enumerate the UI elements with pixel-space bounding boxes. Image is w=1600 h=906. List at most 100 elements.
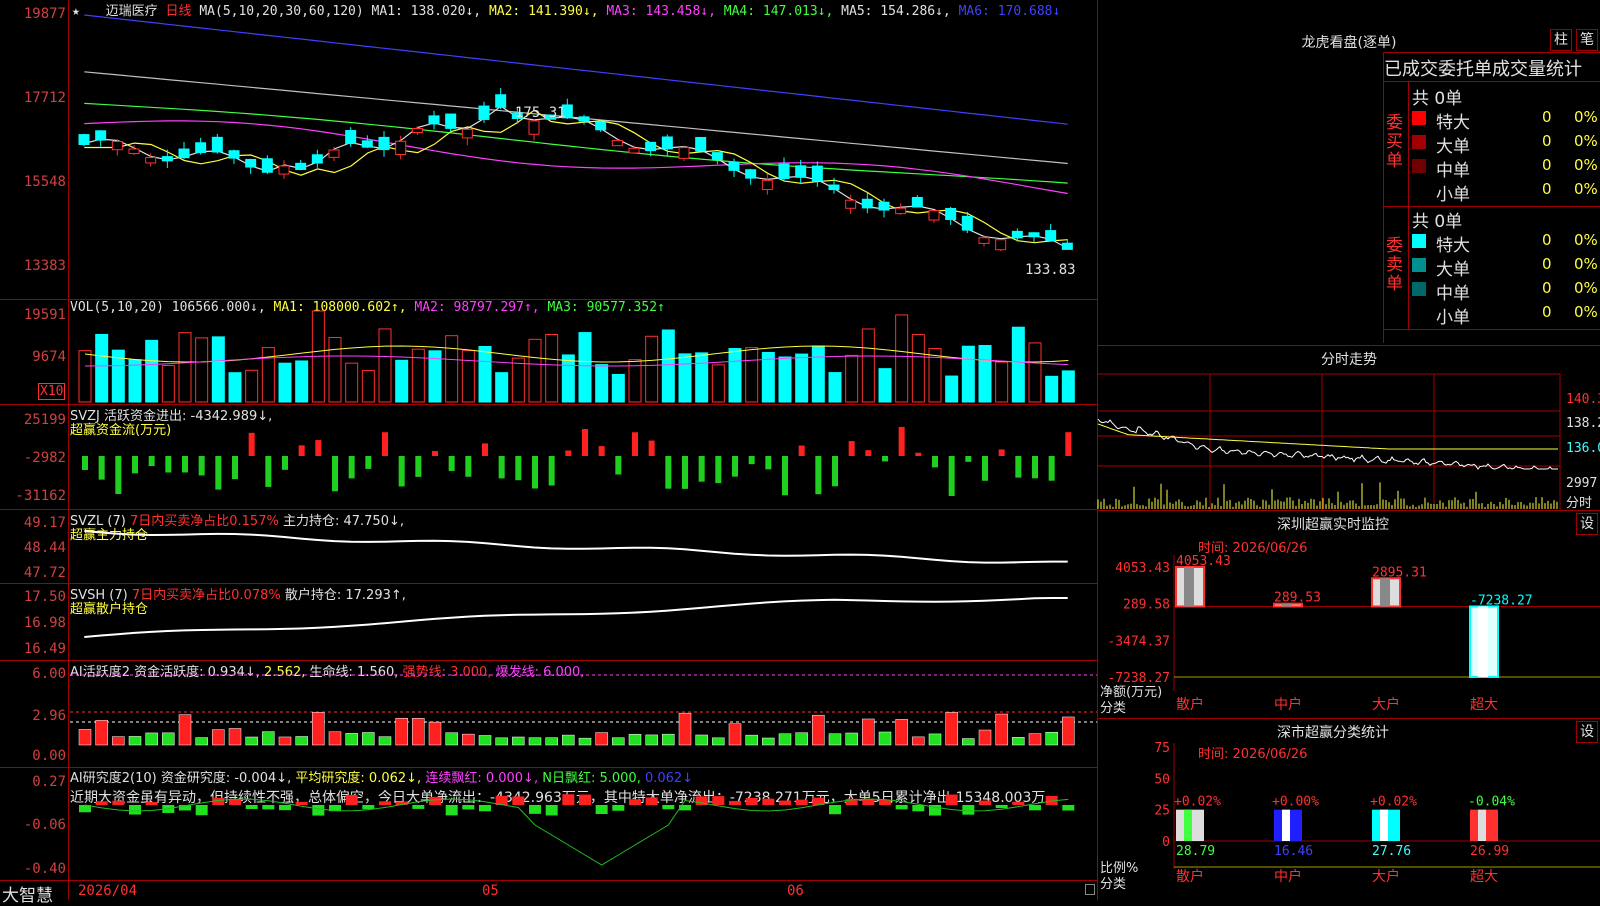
flow-bar (648, 440, 655, 456)
svzl-chart[interactable] (70, 509, 1097, 583)
research-bar (462, 805, 475, 810)
volume-bar (278, 362, 292, 403)
sz-bar-shade (1184, 567, 1194, 607)
ai-research-panel[interactable]: AI研究度2(10) 资金研究度: -0.004↓, 平均研究度: 0.062↓… (0, 767, 1098, 880)
sc-axis-tick: 0 (1162, 835, 1170, 850)
intraday-panel[interactable]: 分时走势 140.3 138.2 136.0 2997 分时 (1097, 345, 1600, 511)
flow-bar (565, 450, 572, 456)
candle-body (595, 121, 607, 131)
candle-body (211, 136, 223, 153)
research-bar (512, 796, 525, 805)
activity-bar (312, 712, 325, 746)
lock-icon[interactable] (1085, 884, 1095, 895)
research-bar (345, 795, 358, 805)
candle-body (445, 113, 457, 129)
activity-bar (812, 714, 825, 746)
volume-chart[interactable] (70, 299, 1097, 404)
flow-bar (115, 456, 122, 495)
activity-bar (895, 719, 908, 746)
sc-bar-shade (1478, 809, 1486, 841)
research-bar (612, 805, 625, 811)
order-count: 0 (1542, 180, 1552, 198)
activity-bar (162, 732, 175, 746)
sc-axis-tick: 25 (1154, 804, 1170, 819)
research-bar (429, 796, 441, 805)
sc-stat-chart[interactable]: 75 50 25 0 +0.02% 28.79 散户 +0.00% 16.46 中户 +0.02% 2… (1098, 719, 1600, 901)
research-bar (912, 805, 925, 812)
activity-bar (1045, 731, 1058, 746)
candle-body (928, 210, 940, 221)
volume-bar (345, 362, 359, 403)
candle-body (878, 201, 890, 211)
activity-bar (462, 733, 475, 746)
holding-line (84, 530, 1068, 564)
ai-active-panel[interactable]: AI活跃度2 资金活跃度: 0.934↓, 2.562, 生命线: 1.560,… (0, 660, 1098, 768)
activity-bar (278, 736, 292, 746)
svzl-axis-tick: 47.72 (23, 565, 66, 581)
price-panel[interactable]: ★ 迈瑞医疗 日线 MA(5,10,20,30,60,120) MA1: 138… (0, 0, 1098, 300)
svzl-axis-tick: 48.44 (23, 540, 66, 556)
flow-bar (365, 456, 372, 469)
research-bar (362, 805, 375, 810)
candle-body (795, 165, 807, 178)
svzj-chart[interactable] (70, 404, 1097, 509)
sz-monitor-panel[interactable]: 深圳超赢实时监控 设 时间: 2026/06/26 4053.43 289.58-… (1098, 510, 1600, 719)
candle-body (245, 158, 257, 168)
bar-mode-button[interactable]: 柱 (1550, 29, 1572, 51)
research-bar (745, 797, 758, 805)
volume-bar (1045, 375, 1059, 403)
svsh-panel[interactable]: SVSH (7) 7日内买卖净占比0.078% 散户持仓: 17.293↑, 超… (0, 583, 1098, 661)
volume-bar (228, 372, 242, 403)
flow-bar (465, 456, 472, 477)
sc-stat-panel[interactable]: 深市超赢分类统计 设 时间: 2026/06/26 75 50 25 0 +0.02% 2… (1098, 718, 1600, 901)
activity-bar (762, 737, 775, 746)
flow-bar (548, 456, 555, 486)
ai-active-axis-tick: 6.00 (32, 666, 66, 682)
flow-bar (715, 456, 722, 484)
order-color-swatch (1412, 135, 1426, 149)
sz-category: 中户 (1274, 696, 1302, 713)
svsh-chart[interactable] (70, 583, 1097, 660)
order-type-label: 大单 (1436, 137, 1470, 157)
activity-bar (578, 737, 592, 746)
research-bar (295, 801, 308, 805)
price-line (1097, 418, 1558, 470)
volume-bar (95, 333, 109, 403)
volume-bar (1061, 370, 1075, 403)
research-bar (545, 805, 558, 816)
ai-research-axis-tick: 0.27 (32, 774, 66, 790)
sz-category: 大户 (1372, 696, 1400, 713)
intraday-chart[interactable] (1097, 373, 1600, 511)
candle-body (728, 161, 740, 171)
flow-bar (1048, 456, 1055, 481)
sz-axis-tick: -3474.37 (1107, 634, 1170, 649)
tick-mode-button[interactable]: 笔 (1576, 29, 1598, 51)
ma-line (84, 105, 1068, 249)
sell-label: 委卖单 (1386, 236, 1403, 294)
ai-research-chart[interactable] (70, 767, 1097, 880)
sell-total: 共 0单 (1412, 212, 1463, 232)
date-tick: 2026/04 (78, 883, 138, 899)
volume-panel[interactable]: VOL(5,10,20) 106566.000↓, MA1: 108000.60… (0, 299, 1098, 405)
ma-line (84, 14, 1068, 125)
volume-bar (745, 347, 759, 403)
order-pct: 0% (1574, 156, 1598, 174)
ai-active-chart[interactable] (70, 660, 1097, 767)
flow-bar (632, 432, 638, 456)
svzl-panel[interactable]: SVZL (7) 7日内买卖净占比0.157% 主力持仓: 47.750↓, 超… (0, 509, 1098, 584)
flow-bar (748, 456, 755, 465)
activity-bar (795, 732, 808, 746)
activity-bar (862, 718, 875, 746)
svzj-panel[interactable]: SVZJ 活跃资金进出: -4342.989↓, 超赢资金流(万元) 25199… (0, 404, 1098, 510)
ai-active-axis-tick: 0.00 (32, 748, 66, 764)
research-bar (529, 805, 541, 814)
research-bar (979, 800, 991, 805)
activity-bar (995, 713, 1008, 746)
price-chart[interactable] (70, 0, 1097, 299)
flow-bar (698, 456, 705, 482)
flow-bar (998, 449, 1005, 456)
volume-bar (678, 353, 692, 403)
candle-body (1061, 242, 1073, 250)
research-bar (662, 805, 675, 810)
sz-monitor-chart[interactable]: 4053.43 289.58 -3474.37 -7238.27 4053.43 散户 28… (1098, 511, 1600, 719)
